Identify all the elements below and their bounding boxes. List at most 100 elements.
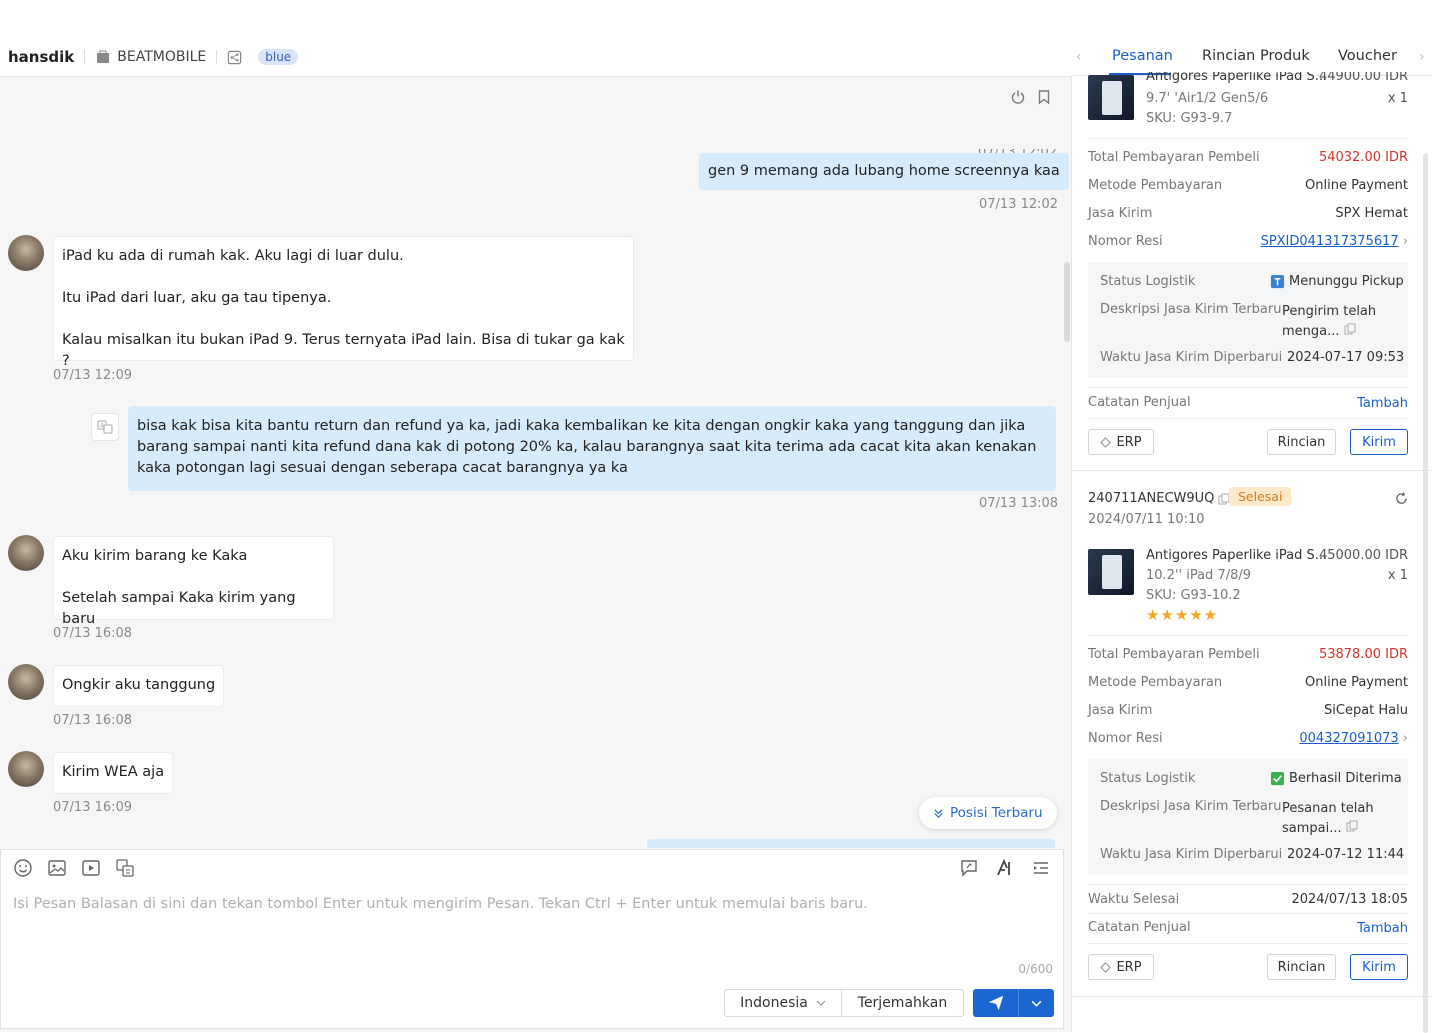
share-icon[interactable] [227, 50, 242, 65]
message-text: Kirim WEA aja [62, 764, 165, 780]
message-line: bisa kak bisa kita bantu return dan refu… [137, 418, 1026, 434]
outgoing-message[interactable]: gen 9 memang ada lubang home screennya k… [699, 153, 1069, 190]
tracking-number[interactable]: SPXID041317375617 [1261, 234, 1399, 249]
tab-voucher[interactable]: Voucher [1338, 48, 1397, 64]
product-thumbnail[interactable] [1088, 549, 1134, 595]
add-seller-note-link[interactable]: Tambah [1357, 396, 1408, 411]
erp-label: ERP [1116, 959, 1142, 975]
divider [1088, 418, 1408, 419]
customer-avatar[interactable] [8, 235, 44, 271]
order-panel-tabs: ‹ Pesanan Rincian Produk Voucher › [1073, 38, 1432, 76]
customer-avatar[interactable] [8, 535, 44, 571]
erp-button[interactable]: ERP [1088, 429, 1154, 455]
power-icon[interactable] [1010, 89, 1026, 105]
message-list[interactable]: 07/13 12:02 gen 9 memang ada lubang home… [0, 77, 1072, 848]
shop-info: BEATMOBILE [95, 49, 206, 65]
outgoing-message-partial[interactable] [647, 839, 1055, 848]
copy-icon[interactable] [1344, 323, 1356, 335]
details-button[interactable]: Rincian [1267, 954, 1336, 980]
order-separator [1073, 996, 1432, 997]
image-icon[interactable] [47, 858, 67, 878]
ship-button[interactable]: Kirim [1350, 429, 1408, 455]
divider [1088, 943, 1408, 944]
courier-value: SiCepat Halu [1324, 703, 1408, 718]
incoming-message[interactable]: iPad ku ada di rumah kak. Aku lagi di lu… [53, 236, 634, 369]
details-button[interactable]: Rincian [1267, 429, 1336, 455]
add-seller-note-link[interactable]: Tambah [1357, 921, 1408, 936]
send-icon [988, 995, 1003, 1011]
send-button[interactable] [973, 989, 1018, 1017]
emoji-icon[interactable] [13, 858, 33, 878]
divider [1088, 387, 1408, 388]
jump-to-latest-button[interactable]: Posisi Terbaru [919, 797, 1057, 829]
product-price: 45000.00 IDR [1318, 548, 1408, 563]
payment-method-label: Metode Pembayaran [1088, 178, 1223, 193]
send-options-button[interactable] [1018, 989, 1054, 1017]
language-value: Indonesia [740, 995, 808, 1011]
jump-to-latest-label: Posisi Terbaru [950, 805, 1043, 821]
translate-icon[interactable]: A [91, 413, 119, 441]
bookmark-icon[interactable] [1036, 89, 1052, 105]
product-thumbnail[interactable] [1088, 75, 1134, 120]
refresh-icon[interactable] [1395, 492, 1408, 505]
message-time: 07/13 16:08 [53, 626, 133, 641]
chevron-left-icon[interactable]: ‹ [1076, 49, 1082, 65]
ai-assist-icon[interactable] [995, 858, 1015, 878]
chevron-right-icon[interactable]: › [1419, 49, 1425, 65]
message-line: iPad ku ada di rumah kak. Aku lagi di lu… [62, 248, 404, 264]
tracking-number[interactable]: 004327091073 [1299, 731, 1398, 746]
message-time: 07/13 12:09 [53, 368, 133, 383]
incoming-message[interactable]: Kirim WEA aja [53, 752, 174, 794]
message-input[interactable]: Isi Pesan Balasan di sini dan tekan tomb… [13, 896, 868, 912]
double-chevron-down-icon [934, 808, 943, 818]
message-line: Itu iPad dari luar, aku ga tau tipenya. [62, 290, 332, 306]
customer-avatar[interactable] [8, 751, 44, 787]
product-qty: x 1 [1387, 91, 1408, 106]
erp-button[interactable]: ERP [1088, 954, 1154, 980]
translate-button[interactable]: Terjemahkan [842, 990, 963, 1016]
message-line: Setelah sampai Kaka kirim yang baru [62, 590, 296, 627]
incoming-message[interactable]: Aku kirim barang ke Kaka Setelah sampai … [53, 536, 334, 627]
quick-reply-icon[interactable] [959, 858, 979, 878]
product-name[interactable]: Antigores Paperlike iPad S... [1146, 72, 1327, 84]
language-select[interactable]: Indonesia [725, 990, 842, 1016]
tab-pesanan[interactable]: Pesanan [1112, 48, 1173, 64]
order-panel-scrollbar[interactable] [1423, 153, 1428, 1033]
logistics-box: Status Logistik Menunggu Pickup Deskrips… [1088, 262, 1408, 378]
order-id: 240711ANECW9UQ [1088, 491, 1230, 506]
tracking-number-link[interactable]: 004327091073 › [1299, 731, 1408, 746]
chat-username[interactable]: hansdik [8, 48, 74, 66]
completed-time-value: 2024/07/13 18:05 [1291, 892, 1408, 907]
incoming-message[interactable]: Ongkir aku tanggung [53, 665, 225, 707]
product-variant: 10.2'' iPad 7/8/9 [1146, 568, 1252, 583]
customer-avatar[interactable] [8, 664, 44, 700]
order-status-badge: Selesai [1229, 487, 1292, 506]
courier-label: Jasa Kirim [1088, 703, 1153, 718]
logistics-status-value: Menunggu Pickup [1289, 274, 1404, 289]
outgoing-message[interactable]: bisa kak bisa kita bantu return dan refu… [128, 406, 1056, 491]
logistics-desc[interactable]: Pesanan telah sampai... [1282, 799, 1374, 839]
tab-rincian-produk[interactable]: Rincian Produk [1202, 48, 1310, 64]
logistics-desc[interactable]: Pengirim telah menga... [1282, 302, 1376, 342]
ship-button[interactable]: Kirim [1350, 954, 1408, 980]
template-icon[interactable] [115, 858, 135, 878]
product-name[interactable]: Antigores Paperlike iPad S... [1146, 548, 1327, 563]
message-text: gen 9 memang ada lubang home screennya k… [708, 163, 1060, 179]
customer-tag[interactable]: blue [258, 49, 299, 65]
divider [1088, 884, 1408, 885]
chevron-right-icon: › [1402, 731, 1408, 746]
payment-method-value: Online Payment [1305, 675, 1408, 690]
chat-scrollbar[interactable] [1064, 262, 1070, 342]
tracking-number-link[interactable]: SPXID041317375617 › [1261, 234, 1408, 249]
copy-icon[interactable] [1346, 820, 1358, 832]
logistics-desc-line: menga... [1282, 322, 1376, 342]
tracking-label: Nomor Resi [1088, 731, 1163, 746]
completed-time-label: Waktu Selesai [1088, 892, 1180, 907]
logistics-time-label: Waktu Jasa Kirim Diperbarui [1100, 847, 1283, 862]
order-id-text: 240711ANECW9UQ [1088, 491, 1215, 506]
message-time: 07/13 12:02 [979, 197, 1059, 212]
list-icon[interactable] [1031, 858, 1051, 878]
video-icon[interactable] [81, 858, 101, 878]
